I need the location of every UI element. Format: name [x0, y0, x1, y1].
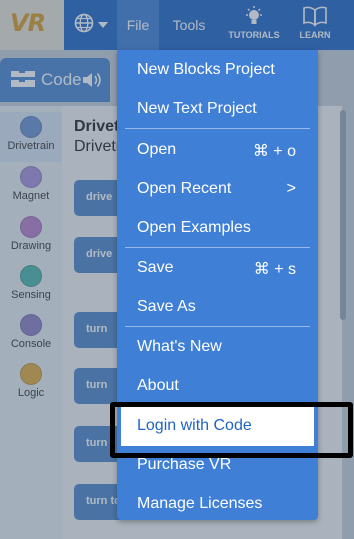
submenu-chevron-icon: > — [286, 180, 296, 197]
menu-divider — [125, 247, 310, 248]
menu-item-manage-licenses[interactable]: Manage Licenses — [117, 485, 318, 524]
menu-item-shortcut: ⌘ + s — [253, 261, 296, 278]
menu-item-label: Save As — [137, 298, 196, 315]
menu-item-about[interactable]: About — [117, 367, 318, 406]
menu-item-shortcut: ⌘ + o — [252, 143, 296, 160]
menu-item-open-recent[interactable]: Open Recent > — [117, 170, 318, 209]
menu-item-whats-new[interactable]: What's New — [117, 328, 318, 367]
menu-item-open[interactable]: Open ⌘ + o — [117, 131, 318, 170]
menu-item-save[interactable]: Save ⌘ + s — [117, 249, 318, 288]
menu-item-label: Manage Licenses — [137, 495, 263, 512]
menu-item-label: Save — [137, 259, 174, 276]
menu-item-save-as[interactable]: Save As — [117, 288, 318, 327]
menu-item-new-blocks-project[interactable]: New Blocks Project — [117, 51, 318, 90]
menu-item-label: Open Recent — [137, 180, 232, 197]
menu-item-label: Open Examples — [137, 219, 251, 236]
menu-item-open-examples[interactable]: Open Examples — [117, 209, 318, 248]
focus-highlight-box — [110, 402, 353, 458]
menu-item-label: What's New — [137, 338, 222, 355]
menu-item-label: Purchase VR — [137, 456, 232, 473]
menu-item-label: Open — [137, 141, 177, 158]
menu-item-new-text-project[interactable]: New Text Project — [117, 90, 318, 129]
menu-divider — [125, 128, 310, 129]
menu-divider — [125, 326, 310, 327]
menu-item-label: About — [137, 377, 179, 394]
menu-item-label: New Text Project — [137, 100, 257, 117]
menu-item-label: New Blocks Project — [137, 61, 275, 78]
